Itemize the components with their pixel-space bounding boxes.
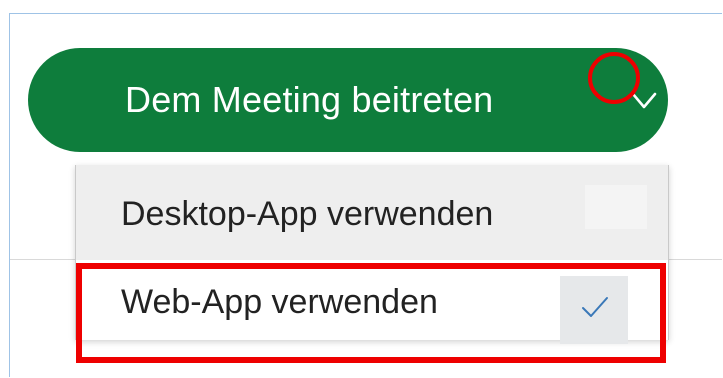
empty-check-slot [585, 185, 647, 229]
join-options-dropdown: Desktop-App verwenden Web-App verwenden [75, 165, 669, 344]
join-meeting-button[interactable]: Dem Meeting beitreten [28, 48, 668, 152]
join-meeting-label: Dem Meeting beitreten [125, 79, 494, 120]
option-desktop-app-label: Desktop-App verwenden [121, 195, 494, 233]
option-web-app-label: Web-App verwenden [121, 283, 438, 321]
checkmark-icon [582, 297, 608, 317]
chevron-down-icon[interactable] [624, 80, 664, 120]
option-web-app[interactable]: Web-App verwenden [76, 263, 668, 344]
selected-check-slot [560, 276, 628, 344]
option-desktop-app[interactable]: Desktop-App verwenden [76, 165, 668, 260]
